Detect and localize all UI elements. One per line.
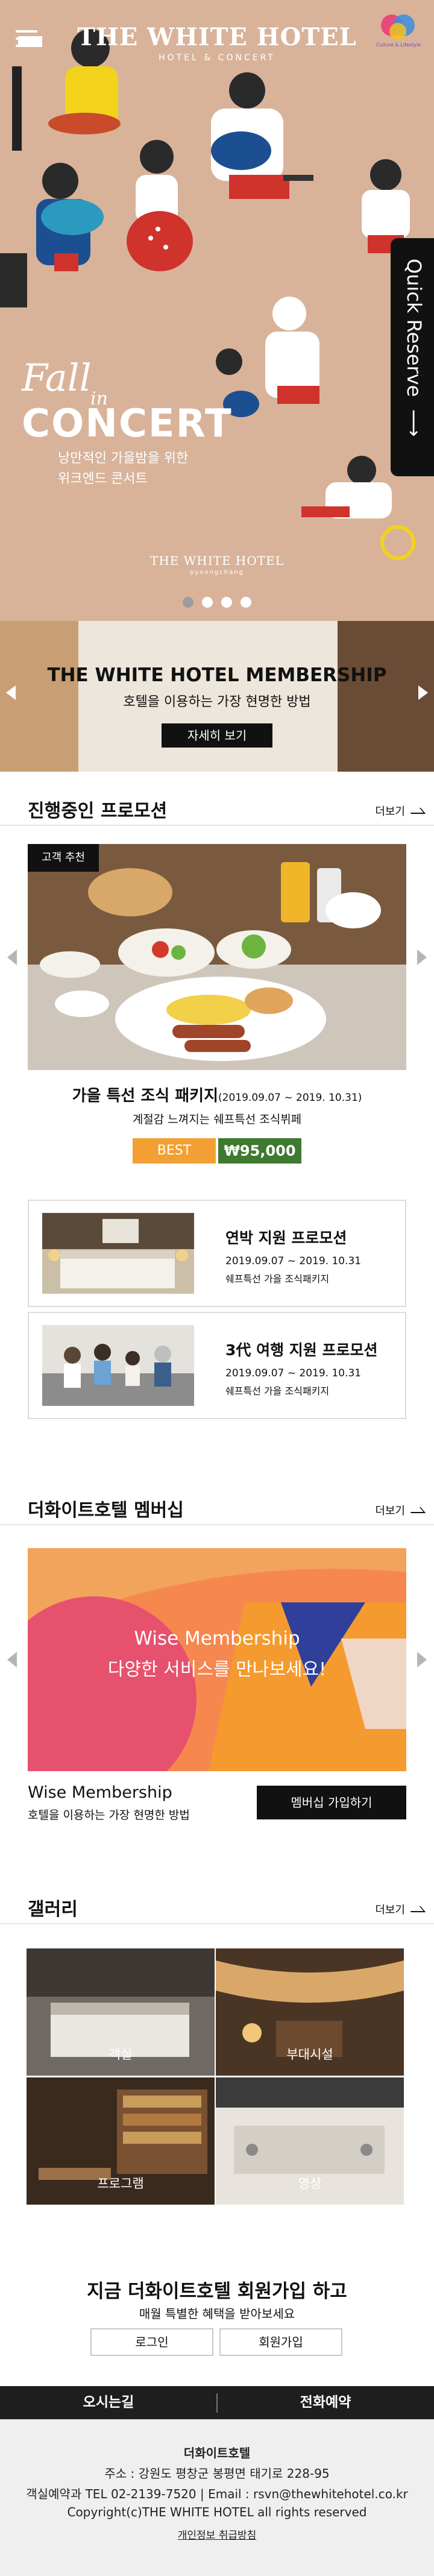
promotion-more-link[interactable]: 더보기 <box>375 803 405 819</box>
price-badge: ₩95,000 <box>218 1138 301 1164</box>
gallery-label: 객실 <box>108 2047 133 2062</box>
privacy-policy-link[interactable]: 개인정보 취급방침 <box>0 2527 434 2542</box>
promo-title[interactable]: 가을 특선 조식 패키지(2019.09.07 ~ 2019. 10.31) <box>0 1083 434 1106</box>
join-membership-button[interactable]: 멤버십 가입하기 <box>257 1786 406 1819</box>
more-arrow-icon <box>406 1906 426 1912</box>
gallery-tile-video[interactable]: 영상 <box>216 2077 404 2205</box>
promo-description: 계절감 느껴지는 쉐프특선 조식뷔페 <box>132 1113 302 1126</box>
concert-illustration <box>0 29 415 560</box>
footer-nav: 오시는길 전화예약 <box>0 2386 434 2419</box>
promotion-section-header: 진행중인 프로모션 더보기 <box>0 790 434 826</box>
hero-brand: THE WHITE HOTEL <box>150 553 284 568</box>
bedroom-image <box>42 1213 194 1294</box>
gallery-tile-facility[interactable]: 부대시설 <box>216 1948 404 2076</box>
gallery-label: 부대시설 <box>286 2047 333 2062</box>
promo-card-desc: 쉐프특선 가을 조식패키지 <box>225 1385 330 1397</box>
top-header: THE WHITE HOTEL HOTEL & CONCERT Culture … <box>0 0 434 78</box>
promo-prev-arrow-icon[interactable] <box>7 949 17 965</box>
banner-next-arrow-icon[interactable] <box>418 685 428 700</box>
slide-dot-1[interactable] <box>183 597 193 608</box>
gallery-section-header: 갤러리 더보기 <box>0 1888 434 1924</box>
promo-card-desc: 쉐프특선 가을 조식패키지 <box>225 1273 330 1285</box>
promo-card-date: 2019.09.07 ~ 2019. 10.31 <box>225 1255 362 1267</box>
hero-banner[interactable]: THE WHITE HOTEL HOTEL & CONCERT Culture … <box>0 0 434 621</box>
promo-card-family-trip[interactable]: 3代 여행 지원 프로모션 2019.09.07 ~ 2019. 10.31 쉐… <box>28 1312 406 1419</box>
promo-card-title: 연박 지원 프로모션 <box>225 1229 347 1247</box>
gallery-label: 프로그램 <box>97 2176 144 2191</box>
culture-badge-label: Culture & Lifestyle <box>376 42 421 48</box>
quick-reserve-button[interactable]: Quick Reserve ⟶ <box>391 238 434 476</box>
gallery-tile-program[interactable]: 프로그램 <box>27 2077 215 2205</box>
membership-more-link[interactable]: 더보기 <box>375 1502 405 1518</box>
more-arrow-icon <box>406 808 426 814</box>
membership-section-header: 더화이트호텔 멤버십 더보기 <box>0 1489 434 1525</box>
view-details-button[interactable]: 자세히 보기 <box>162 723 272 748</box>
guitarist-top-right <box>211 72 313 199</box>
banner-prev-arrow-icon[interactable] <box>6 685 16 700</box>
breakfast-photo <box>28 844 406 1070</box>
wise-banner-title: Wise Membership <box>134 1628 300 1649</box>
family-photo <box>42 1325 194 1406</box>
hero-brand-sub: pyeongchang <box>190 569 244 576</box>
hero-fall-text: Fall <box>22 356 92 400</box>
gallery-section-title: 갤러리 <box>28 1899 78 1920</box>
signup-title: 지금 더화이트호텔 회원가입 하고 <box>87 2281 347 2302</box>
membership-banner-desc: 호텔을 이용하는 가장 현명한 방법 <box>123 694 311 710</box>
hero-description: 낭만적인 가을밤을 위한 위크엔드 콘서트 <box>58 449 188 490</box>
best-badge: BEST <box>133 1138 216 1164</box>
login-button[interactable]: 로그인 <box>90 2328 213 2356</box>
wise-banner-subtitle: 다양한 서비스를 만나보세요! <box>107 1659 327 1680</box>
hero-desc-line2: 위크엔드 콘서트 <box>58 471 148 487</box>
footer-address: 주소 : 강원도 평창군 봉평면 태기로 228-95 <box>104 2466 330 2481</box>
slide-dot-2[interactable] <box>202 597 213 608</box>
wise-membership-name: Wise Membership <box>28 1783 172 1802</box>
footer-copyright: Copyright(c)THE WHITE HOTEL all rights r… <box>67 2505 367 2519</box>
culture-badge-icon[interactable] <box>376 11 421 42</box>
gallery-tile-room[interactable]: 객실 <box>27 1948 215 2076</box>
membership-prev-arrow-icon[interactable] <box>7 1652 17 1667</box>
quick-reserve-label: Quick Reserve ⟶ <box>403 259 426 437</box>
breakfast-package-image[interactable] <box>28 844 406 1070</box>
gallery-more-link[interactable]: 더보기 <box>375 1901 405 1917</box>
guitarist-left <box>0 163 104 307</box>
promotion-section-title: 진행중인 프로모션 <box>28 801 168 822</box>
promo-card-title: 3代 여행 지원 프로모션 <box>225 1341 378 1359</box>
family-image <box>42 1325 194 1406</box>
membership-next-arrow-icon[interactable] <box>417 1652 427 1667</box>
footer-contact: 객실예약과 TEL 02-2139-7520 | Email : rsvn@th… <box>26 2487 408 2501</box>
footer-info: 더화이트호텔 주소 : 강원도 평창군 봉평면 태기로 228-95 객실예약과… <box>0 2419 434 2576</box>
phone-reserve-link[interactable]: 전화예약 <box>217 2386 434 2419</box>
gallery-label: 영상 <box>298 2176 322 2191</box>
sitting-people <box>216 297 415 560</box>
signup-desc: 매월 특별한 혜택을 받아보세요 <box>139 2307 295 2321</box>
hero-concert-text: CONCERT <box>22 402 233 446</box>
slide-dot-4[interactable] <box>241 597 251 608</box>
promo-card-long-stay[interactable]: 연박 지원 프로모션 2019.09.07 ~ 2019. 10.31 쉐프특선… <box>28 1200 406 1307</box>
logo-title[interactable]: THE WHITE HOTEL <box>0 23 434 51</box>
wise-membership-desc: 호텔을 이용하는 가장 현명한 방법 <box>28 1809 190 1822</box>
promo-next-arrow-icon[interactable] <box>417 949 427 965</box>
membership-banner-title: THE WHITE HOTEL MEMBERSHIP <box>47 664 387 686</box>
slide-indicators <box>0 597 434 610</box>
bedroom-photo <box>42 1213 194 1294</box>
more-arrow-icon <box>406 1507 426 1513</box>
singer-center <box>127 140 193 271</box>
logo-subtitle: HOTEL & CONCERT <box>159 53 275 63</box>
membership-banner[interactable]: THE WHITE HOTEL MEMBERSHIP 호텔을 이용하는 가장 현… <box>0 621 434 772</box>
directions-link[interactable]: 오시는길 <box>0 2386 217 2419</box>
promo-period: (2019.09.07 ~ 2019. 10.31) <box>218 1092 362 1104</box>
join-button[interactable]: 회원가입 <box>219 2328 342 2356</box>
recommended-tag: 고객 추천 <box>28 844 99 872</box>
promo-card-date: 2019.09.07 ~ 2019. 10.31 <box>225 1367 362 1379</box>
slide-dot-3[interactable] <box>221 597 232 608</box>
membership-section-title: 더화이트호텔 멤버십 <box>28 1500 184 1521</box>
hero-desc-line1: 낭만적인 가을밤을 위한 <box>58 451 189 466</box>
footer-brand: 더화이트호텔 <box>183 2446 251 2460</box>
